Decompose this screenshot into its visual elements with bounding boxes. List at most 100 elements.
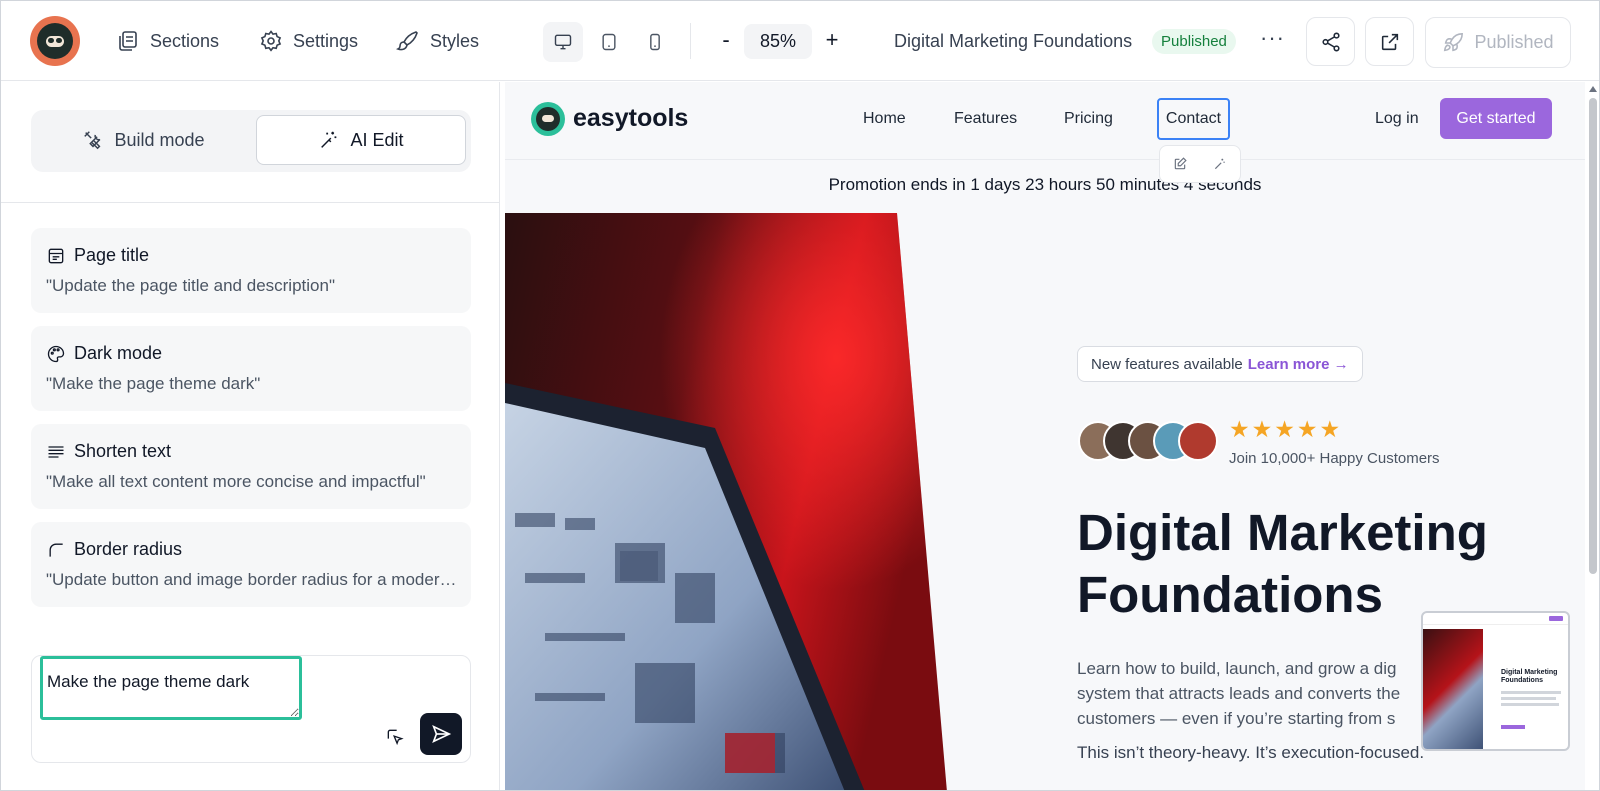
suggestion-border-radius[interactable]: Border radius "Update button and image b… xyxy=(31,522,471,607)
promotion-countdown: Promotion ends in 1 days 23 hours 50 min… xyxy=(828,175,1262,194)
prompt-input[interactable]: Make the page theme dark xyxy=(40,656,302,720)
preview-logo-icon[interactable] xyxy=(531,102,565,136)
learn-more-link[interactable]: Learn more → xyxy=(1248,356,1349,373)
ai-edit-tab[interactable]: AI Edit xyxy=(256,115,466,165)
send-button[interactable] xyxy=(420,713,462,755)
minimap-line xyxy=(1501,703,1559,706)
logo-mask xyxy=(542,115,554,122)
suggestion-desc: "Update the page title and description" xyxy=(46,276,335,295)
page-title[interactable]: Digital Marketing Foundations xyxy=(894,31,1132,52)
monitor-icon xyxy=(554,34,572,50)
ai-edit-panel: Build mode AI Edit Page title "Update th… xyxy=(1,82,500,790)
preview-brand[interactable]: easytools xyxy=(573,104,688,133)
lines-icon xyxy=(48,445,64,458)
device-switcher xyxy=(543,22,675,62)
cursor-select-icon xyxy=(387,729,404,746)
element-edit-toolbar xyxy=(1159,145,1241,183)
suggestion-shorten-text[interactable]: Shorten text "Make all text content more… xyxy=(31,424,471,509)
tools-icon xyxy=(84,131,101,150)
toolbar-divider xyxy=(690,23,691,59)
suggestion-desc: "Make the page theme dark" xyxy=(46,374,261,393)
settings-button[interactable]: Settings xyxy=(259,27,358,55)
publish-label: Published xyxy=(1474,32,1554,52)
preview-nav-features[interactable]: Features xyxy=(954,110,1017,128)
app-window: Sections Settings Styles - 85% + Digital… xyxy=(0,0,1600,791)
minimap-button xyxy=(1549,616,1563,621)
styles-button[interactable]: Styles xyxy=(396,27,479,55)
styles-label: Styles xyxy=(430,30,480,51)
sloth-eye-right xyxy=(56,38,62,43)
preview-nav-home[interactable]: Home xyxy=(863,110,906,128)
suggestion-desc: "Update button and image border radius f… xyxy=(46,570,461,589)
magic-wand-icon[interactable] xyxy=(1213,157,1227,171)
rocket-icon xyxy=(1444,32,1464,51)
minimap-cta xyxy=(1501,725,1525,729)
status-badge: Published xyxy=(1152,29,1236,54)
external-link-icon xyxy=(1381,33,1398,50)
gear-icon xyxy=(260,30,282,52)
mode-toggle: Build mode AI Edit xyxy=(31,110,471,172)
share-button[interactable] xyxy=(1306,17,1355,66)
preview-nav-pricing[interactable]: Pricing xyxy=(1064,110,1113,128)
suggestion-header: Page title xyxy=(46,245,149,266)
desktop-view-button[interactable] xyxy=(543,22,583,62)
suggestion-dark-mode[interactable]: Dark mode "Make the page theme dark" xyxy=(31,326,471,411)
customer-count-text: Join 10,000+ Happy Customers xyxy=(1229,450,1440,467)
scroll-thumb[interactable] xyxy=(1589,98,1597,574)
preview-scrollbar[interactable] xyxy=(1585,82,1599,790)
palette-icon xyxy=(47,345,65,362)
minimap-title: Digital Marketing Foundations xyxy=(1501,669,1558,684)
app-logo[interactable] xyxy=(30,16,80,66)
new-features-pill: New features available Learn more → xyxy=(1077,346,1363,382)
suggestion-header: Dark mode xyxy=(46,343,162,364)
publish-button[interactable]: Published xyxy=(1425,17,1571,68)
preview-header: easytools Home Features Pricing Contact … xyxy=(505,82,1585,160)
edit-icon[interactable] xyxy=(1173,157,1187,171)
sloth-eye-left xyxy=(48,38,54,43)
magic-wand-icon xyxy=(321,131,337,148)
preview-get-started-button[interactable]: Get started xyxy=(1440,98,1552,139)
page-minimap[interactable]: Digital Marketing Foundations xyxy=(1421,611,1570,751)
ai-edit-label: AI Edit xyxy=(350,129,404,150)
minimap-nav xyxy=(1423,613,1568,625)
suggestion-title: Dark mode xyxy=(74,343,163,363)
more-options-button[interactable]: ··· xyxy=(1260,25,1285,51)
minimap-line xyxy=(1501,691,1561,694)
pill-text: New features available xyxy=(1091,355,1243,373)
zoom-level[interactable]: 85% xyxy=(744,24,812,59)
build-mode-tab[interactable]: Build mode xyxy=(36,115,251,165)
phone-icon xyxy=(650,33,660,51)
page-title-icon xyxy=(48,248,64,263)
preview-login-link[interactable]: Log in xyxy=(1375,110,1419,128)
tablet-view-button[interactable] xyxy=(589,22,629,62)
minimap-line xyxy=(1501,697,1556,700)
build-mode-label: Build mode xyxy=(114,129,205,150)
top-toolbar: Sections Settings Styles - 85% + Digital… xyxy=(1,1,1599,81)
select-element-button[interactable] xyxy=(382,724,408,750)
suggestion-title: Border radius xyxy=(74,539,183,559)
mobile-view-button[interactable] xyxy=(635,22,675,62)
zoom-out-button[interactable]: - xyxy=(715,27,737,53)
page-preview: easytools Home Features Pricing Contact … xyxy=(505,82,1585,790)
suggestion-page-title[interactable]: Page title "Update the page title and de… xyxy=(31,228,471,313)
panel-divider xyxy=(1,202,500,203)
zoom-in-button[interactable]: + xyxy=(821,27,843,53)
avatar xyxy=(1178,421,1218,461)
sections-icon xyxy=(119,31,137,51)
settings-label: Settings xyxy=(293,30,359,51)
rating-stars: ★★★★★ xyxy=(1229,416,1343,442)
sections-button[interactable]: Sections xyxy=(116,27,219,55)
hero-laptop-image xyxy=(505,213,947,790)
open-external-button[interactable] xyxy=(1365,17,1414,66)
brush-icon xyxy=(396,31,418,51)
corner-icon xyxy=(49,543,63,557)
scroll-up-arrow[interactable] xyxy=(1589,86,1597,92)
preview-nav-contact-selected[interactable]: Contact xyxy=(1157,98,1230,140)
suggestion-title: Page title xyxy=(74,245,150,265)
suggestion-title: Shorten text xyxy=(74,441,172,461)
tablet-icon xyxy=(602,33,616,51)
suggestion-header: Shorten text xyxy=(46,441,171,462)
prompt-box: Make the page theme dark xyxy=(31,655,471,763)
sections-label: Sections xyxy=(150,30,220,51)
minimap-image xyxy=(1423,629,1483,749)
